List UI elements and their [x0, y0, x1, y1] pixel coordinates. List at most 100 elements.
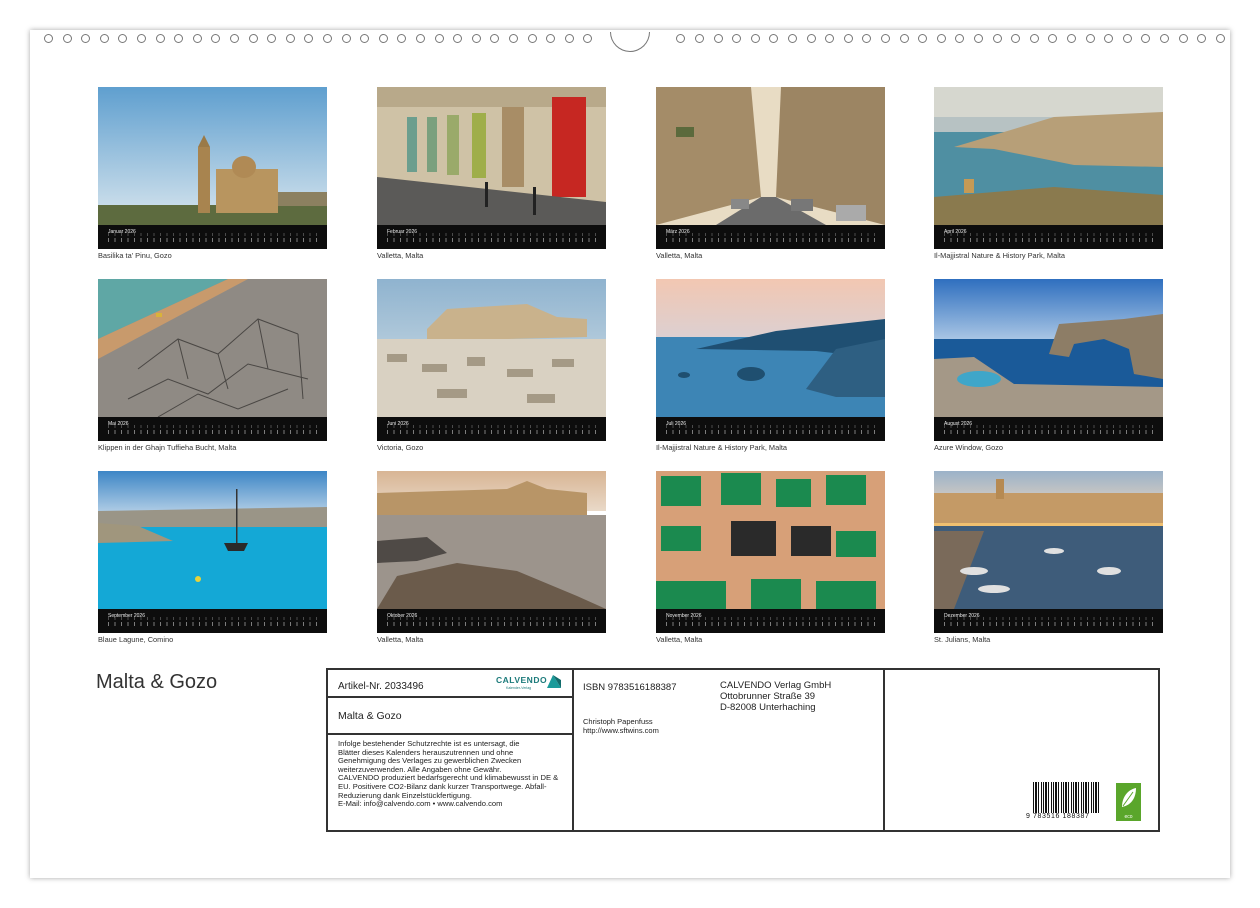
binding-ring [1197, 34, 1207, 43]
month-calendar-strip: Juni 2026 [377, 417, 606, 441]
day-number-row [944, 622, 1157, 626]
month-calendar-strip: Januar 2026 [98, 225, 327, 249]
product-info-box: Artikel-Nr. 2033496 CALVENDO Kalender-Ve… [326, 668, 1160, 832]
month-calendar-strip: November 2026 [656, 609, 885, 633]
binding-ring [862, 34, 872, 43]
binding-ring [118, 34, 128, 43]
month-photo [656, 87, 885, 225]
binding-ring [490, 34, 500, 43]
binding-ring [192, 34, 202, 43]
photo-caption: Valletta, Malta [656, 635, 703, 644]
day-number-row [387, 430, 600, 434]
binding-ring [806, 34, 816, 43]
month-calendar-strip: Oktober 2026 [377, 609, 606, 633]
binding-ring [732, 34, 742, 43]
binding-ring [453, 34, 463, 43]
calvendo-logo-tagline: Kalender-Verlag [506, 686, 532, 690]
month-photo [98, 87, 327, 225]
binding-ring [99, 34, 109, 43]
weekday-row [944, 233, 1157, 236]
binding-ring [1122, 34, 1132, 43]
month-photo [377, 87, 606, 225]
month-calendar-strip: April 2026 [934, 225, 1163, 249]
day-number-row [944, 238, 1157, 242]
photo-caption: Azure Window, Gozo [934, 443, 1004, 452]
binding-ring [1067, 34, 1076, 43]
photo-caption: Valletta, Malta [656, 251, 703, 260]
article-number: Artikel-Nr. 2033496 [338, 681, 424, 692]
isbn: ISBN 9783516188387 [583, 682, 677, 693]
binding-ring [1178, 34, 1188, 43]
barcode-number: 9 783516 188387 [1026, 813, 1106, 820]
binding-ring [434, 34, 444, 43]
calvendo-logo: CALVENDO [496, 675, 548, 685]
divider [328, 733, 572, 735]
calvendo-logo-icon [547, 675, 561, 688]
binding-ring [285, 34, 295, 43]
weekday-row [666, 617, 879, 620]
day-number-row [944, 430, 1157, 434]
eco-label: eco [1124, 814, 1133, 820]
binding-ring [62, 34, 72, 43]
month-photo [98, 471, 327, 609]
binding-ring [44, 34, 53, 43]
weekday-row [944, 617, 1157, 620]
binding-ring [1048, 34, 1058, 43]
binding-ring [230, 34, 239, 43]
author-name: Christoph Papenfuss [583, 717, 653, 726]
photo-caption: St. Julians, Malta [934, 635, 991, 644]
photo-caption: Il-Majjistral Nature & History Park, Mal… [934, 251, 1066, 260]
calendar-title: Malta & Gozo [96, 671, 218, 693]
binding-ring [546, 34, 556, 43]
photo-caption: Victoria, Gozo [377, 443, 424, 452]
month-photo [934, 279, 1163, 417]
binding-ring [509, 34, 518, 43]
divider [572, 670, 574, 830]
month-calendar-strip: Dezember 2026 [934, 609, 1163, 633]
photo-caption: Basilika ta' Pinu, Gozo [98, 251, 172, 260]
binding-ring [81, 34, 91, 43]
month-calendar-strip: März 2026 [656, 225, 885, 249]
binding-ring [992, 34, 1002, 43]
binding-ring [676, 34, 686, 43]
divider [328, 696, 572, 698]
day-number-row [666, 622, 879, 626]
day-number-row [666, 238, 879, 242]
binding-ring [1215, 34, 1225, 43]
publisher-city: D-82008 Unterhaching [720, 702, 816, 713]
binding-ring [825, 34, 835, 43]
month-calendar-strip: August 2026 [934, 417, 1163, 441]
photo-caption: Klippen in der Ghajn Tuffieha Bucht, Mal… [98, 443, 237, 452]
binding-rings [30, 32, 1230, 52]
author-url: http://www.sftwins.com [583, 726, 659, 735]
binding-ring [360, 34, 370, 43]
legal-notice: Infolge bestehender Schutzrechte ist es … [338, 739, 559, 809]
binding-ring [341, 34, 351, 43]
calendar-back-page: Januar 2026 Basilika ta' Pinu, Gozo Febr… [30, 30, 1230, 878]
binding-ring [397, 34, 407, 43]
binding-ring [918, 34, 928, 43]
month-photo [656, 471, 885, 609]
binding-ring [769, 34, 779, 43]
leaf-icon [1122, 788, 1136, 807]
binding-ring [1029, 34, 1039, 43]
binding-ring [564, 34, 574, 43]
weekday-row [387, 617, 600, 620]
hanger-hook [610, 32, 650, 52]
publisher-name: CALVENDO Verlag GmbH [720, 680, 832, 691]
photo-caption: Valletta, Malta [377, 635, 424, 644]
weekday-row [666, 425, 879, 428]
photo-caption: Blaue Lagune, Comino [98, 635, 174, 644]
day-number-row [108, 622, 321, 626]
binding-ring [471, 34, 481, 43]
binding-ring [713, 34, 723, 43]
binding-ring [248, 34, 258, 43]
day-number-row [387, 622, 600, 626]
month-calendar-strip: Mai 2026 [98, 417, 327, 441]
binding-ring [137, 34, 146, 43]
day-number-row [108, 238, 321, 242]
weekday-row [944, 425, 1157, 428]
weekday-row [108, 617, 321, 620]
weekday-row [387, 233, 600, 236]
binding-ring [1104, 34, 1114, 43]
